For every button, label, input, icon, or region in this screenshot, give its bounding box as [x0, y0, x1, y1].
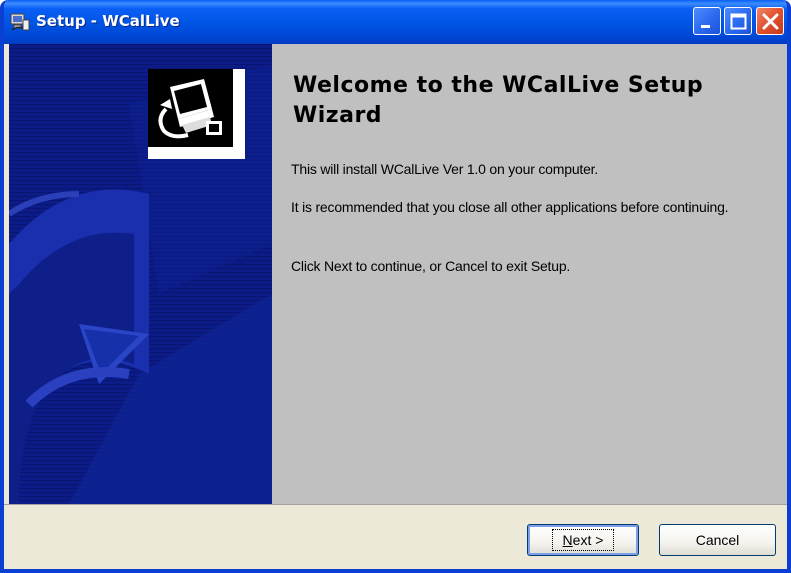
setup-computer-icon — [9, 11, 31, 33]
button-bar: Next > Cancel — [4, 504, 787, 569]
page-title: Welcome to the WCalLive Setup Wizard — [293, 73, 704, 128]
instructions-text: Click Next to continue, or Cancel to exi… — [291, 258, 571, 274]
maximize-icon — [730, 13, 747, 30]
close-button[interactable] — [756, 7, 784, 35]
next-button-label: Next > — [551, 529, 615, 551]
minimize-button[interactable] — [693, 7, 721, 35]
wizard-banner — [9, 44, 272, 504]
next-button[interactable]: Next > — [527, 524, 639, 556]
maximize-button[interactable] — [724, 7, 752, 35]
window-title: Setup - WCalLive — [36, 12, 180, 30]
title-bar[interactable]: Setup - WCalLive — [4, 0, 787, 44]
welcome-panel: Welcome to the WCalLive Setup Wizard Thi… — [272, 44, 787, 504]
minimize-icon — [701, 25, 710, 28]
close-icon — [762, 13, 779, 30]
install-info-text: This will install WCalLive Ver 1.0 on yo… — [291, 161, 599, 177]
setup-window: Setup - WCalLive Welcome to the WCalLive… — [0, 0, 791, 573]
cancel-button[interactable]: Cancel — [659, 524, 776, 556]
installer-computer-icon — [148, 69, 245, 159]
close-apps-text: It is recommended that you close all oth… — [291, 199, 729, 215]
